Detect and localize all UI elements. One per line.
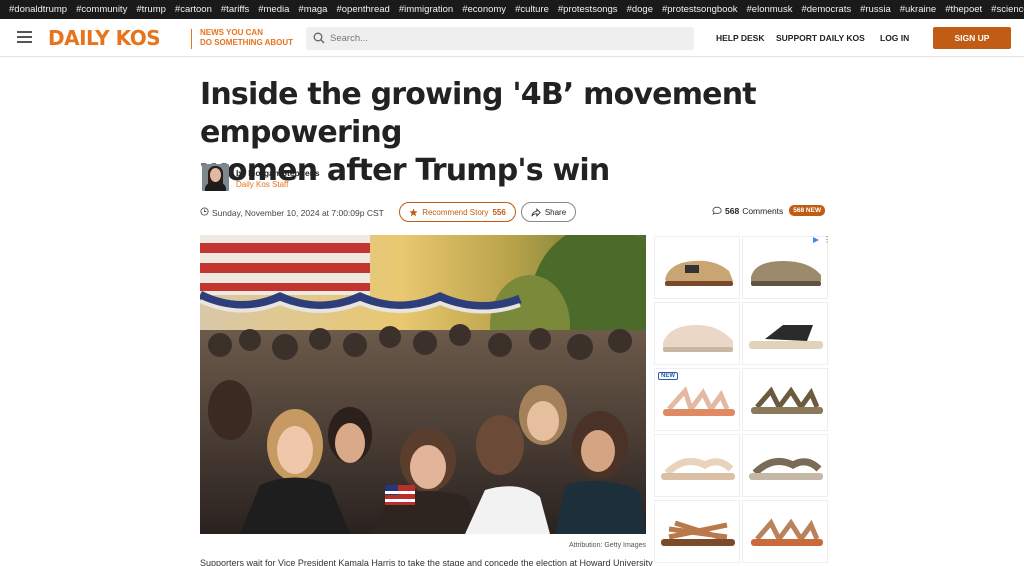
slide-sandal-image <box>749 325 823 349</box>
author-role: Daily Kos Staff <box>236 180 289 189</box>
hashtag-link[interactable]: #donaldtrump <box>9 4 67 15</box>
hashtag-link[interactable]: #democrats <box>801 4 851 15</box>
recommend-story-button[interactable]: Recommend Story 556 <box>399 202 516 222</box>
star-icon <box>409 207 418 216</box>
hashtag-bar: #donaldtrump #community #trump #cartoon #tar… <box>0 0 1024 19</box>
comment-label: Comments <box>742 205 784 216</box>
help-desk-link[interactable]: HELP DESK <box>716 33 765 43</box>
strap-sandal-image <box>749 457 823 480</box>
share-label: Share <box>544 207 567 217</box>
ad-product-tile[interactable] <box>654 434 740 497</box>
new-product-label: NEW <box>658 372 678 380</box>
author-avatar[interactable] <box>202 164 229 191</box>
hashtag-link[interactable]: #protestsongbook <box>662 4 738 15</box>
author-name[interactable]: by Morgan Stephens <box>236 168 320 178</box>
recommend-label: Recommend Story <box>422 207 489 217</box>
menu-icon[interactable] <box>17 31 32 43</box>
clock-icon <box>200 207 209 216</box>
hashtag-link[interactable]: #economy <box>462 4 506 15</box>
share-icon <box>531 207 541 217</box>
ad-product-tile[interactable] <box>742 302 828 365</box>
hashtag-link[interactable]: #maga <box>298 4 327 15</box>
photo-attribution: Attribution: Getty Images <box>568 542 646 549</box>
site-header: DAILY KOS NEWS YOU CAN DO SOMETHING ABOU… <box>0 19 1024 57</box>
shoe-advertisement[interactable]: NEW <box>654 235 830 565</box>
ad-product-tile[interactable] <box>742 368 828 431</box>
ad-product-tile[interactable] <box>654 236 740 299</box>
search-input[interactable] <box>330 30 680 47</box>
mule-shoe-image <box>663 325 733 352</box>
hashtag-link[interactable]: #tariffs <box>221 4 249 15</box>
hashtag-link[interactable]: #russia <box>860 4 891 15</box>
strap-sandal-image <box>661 457 735 480</box>
tagline-line-2: DO SOMETHING ABOUT <box>200 38 294 47</box>
search-box[interactable] <box>306 27 694 50</box>
headline-line-1: Inside the growing '4B’ movement empower… <box>200 77 757 150</box>
tagline-line-1: NEWS YOU CAN <box>200 28 263 37</box>
sport-sandal-image <box>751 518 823 546</box>
ad-product-tile[interactable] <box>742 236 828 299</box>
ad-product-tile[interactable]: NEW <box>654 368 740 431</box>
ad-product-tile[interactable] <box>654 302 740 365</box>
hashtag-link[interactable]: #community <box>76 4 127 15</box>
share-button[interactable]: Share <box>521 202 576 222</box>
site-logo[interactable]: DAILY KOS <box>48 26 161 50</box>
hashtag-link[interactable]: #science <box>991 4 1024 15</box>
publish-date: Sunday, November 10, 2024 at 7:00:09p CS… <box>212 208 384 218</box>
support-link[interactable]: SUPPORT DAILY KOS <box>776 33 865 43</box>
hashtag-link[interactable]: #trump <box>136 4 166 15</box>
sport-sandal-image <box>751 386 823 414</box>
hashtag-link[interactable]: #openthread <box>336 4 389 15</box>
woven-sandal-image <box>661 520 735 546</box>
slip-on-shoe-image <box>751 261 821 286</box>
logo-divider <box>191 29 192 49</box>
hashtag-link[interactable]: #culture <box>515 4 549 15</box>
new-comments-badge: 568 NEW <box>789 205 826 216</box>
ad-product-tile[interactable] <box>742 434 828 497</box>
hashtag-link[interactable]: #elonmusk <box>747 4 793 15</box>
ad-product-tile[interactable] <box>742 500 828 563</box>
hashtag-link[interactable]: #doge <box>627 4 653 15</box>
site-tagline: NEWS YOU CAN DO SOMETHING ABOUT <box>200 28 300 48</box>
comment-count: 568 <box>725 205 740 216</box>
comment-icon <box>712 206 722 215</box>
search-icon <box>313 32 325 44</box>
hashtag-link[interactable]: #thepoet <box>945 4 982 15</box>
clog-shoe-image <box>665 260 733 286</box>
signup-button[interactable]: SIGN UP <box>933 27 1011 49</box>
hashtag-link[interactable]: #media <box>258 4 289 15</box>
hero-photo <box>200 235 646 534</box>
photo-caption: Supporters wait for Vice President Kamal… <box>200 558 653 566</box>
ad-options-icon[interactable]: ⋮ <box>823 235 831 244</box>
comments-link[interactable]: 568 Comments 568 NEW <box>712 205 826 216</box>
ad-choices-icon[interactable] <box>812 236 820 244</box>
recommend-count: 556 <box>492 207 506 217</box>
hashtag-link[interactable]: #protestsongs <box>558 4 618 15</box>
hashtag-link[interactable]: #immigration <box>399 4 453 15</box>
hashtag-link[interactable]: #ukraine <box>900 4 936 15</box>
hashtag-link[interactable]: #cartoon <box>175 4 212 15</box>
ad-product-tile[interactable] <box>654 500 740 563</box>
login-link[interactable]: LOG IN <box>880 33 909 43</box>
